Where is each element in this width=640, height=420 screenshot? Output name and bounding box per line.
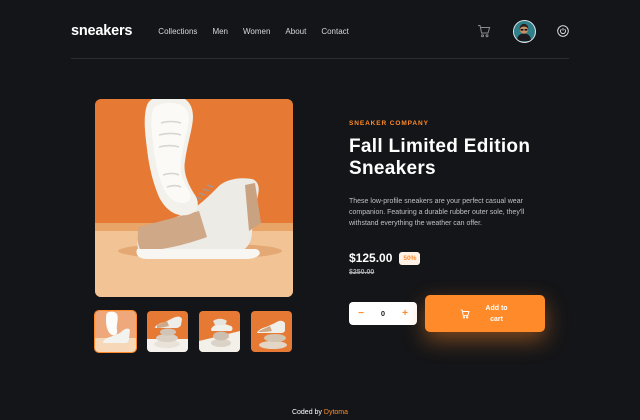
decrease-quantity-button[interactable]: − <box>356 308 366 319</box>
nav-link-women[interactable]: Women <box>243 27 270 36</box>
avatar[interactable] <box>513 19 536 43</box>
quantity-value: 0 <box>380 309 386 318</box>
thumbnail-1[interactable] <box>94 310 137 353</box>
top-navigation: sneakers Collections Men Women About Con… <box>71 16 569 46</box>
product-description: These low-profile sneakers are your perf… <box>349 198 525 227</box>
product-title: Fall Limited Edition Sneakers <box>349 136 531 179</box>
nav-link-contact[interactable]: Contact <box>321 27 349 36</box>
increase-quantity-button[interactable]: + <box>400 308 410 319</box>
product-company: SNEAKER COMPANY <box>349 120 429 127</box>
price-row: $125.00 50% <box>349 251 421 265</box>
add-to-cart-label: Add to cart <box>485 304 508 323</box>
footer-author-link[interactable]: Dytoma <box>324 409 348 416</box>
cart-icon[interactable] <box>477 24 491 38</box>
thumbnail-4[interactable] <box>251 311 292 352</box>
add-to-cart-button[interactable]: Add to cart <box>425 295 545 332</box>
footer: Coded by Dytoma <box>0 409 640 416</box>
cart-icon <box>460 309 470 319</box>
nav-link-collections[interactable]: Collections <box>158 27 197 36</box>
nav-actions <box>477 19 569 43</box>
original-price: $250.00 <box>349 269 375 276</box>
quantity-stepper: − 0 + <box>349 302 417 325</box>
product-main-image[interactable] <box>95 99 293 297</box>
nav-link-men[interactable]: Men <box>212 27 228 36</box>
thumbnail-3[interactable] <box>199 311 240 352</box>
current-price: $125.00 <box>349 251 393 265</box>
brand-logo[interactable]: sneakers <box>71 23 132 39</box>
nav-link-about[interactable]: About <box>285 27 306 36</box>
footer-prefix: Coded by <box>291 409 322 416</box>
discount-badge: 50% <box>399 251 421 265</box>
power-icon[interactable] <box>557 25 569 37</box>
header-divider <box>71 58 569 59</box>
nav-links: Collections Men Women About Contact <box>158 27 349 36</box>
thumbnail-strip <box>94 310 292 353</box>
thumbnail-2[interactable] <box>147 311 188 352</box>
